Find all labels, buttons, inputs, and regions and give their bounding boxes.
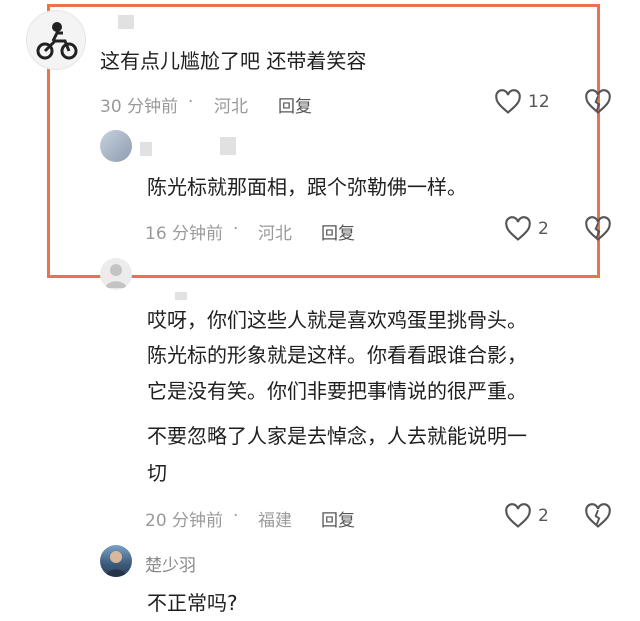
reply-button[interactable]: 回复 — [321, 506, 355, 531]
comment-text-line: 不要忽略了人家是去悼念，人去就能说明一 — [147, 424, 527, 448]
heart-icon — [495, 89, 521, 114]
like-count: 2 — [538, 219, 549, 239]
comment-location: 福建 — [258, 511, 292, 531]
username-blurred[interactable] — [140, 142, 152, 156]
like-count: 2 — [538, 506, 549, 526]
reply-button[interactable]: 回复 — [278, 92, 312, 117]
username-blurred — [220, 137, 236, 155]
comment-text: 不正常吗? — [147, 591, 238, 615]
comment-location: 河北 — [214, 97, 248, 117]
dislike-button[interactable] — [584, 89, 612, 119]
avatar[interactable] — [26, 10, 86, 70]
comment-text: 陈光标就那面相，跟个弥勒佛一样。 — [147, 175, 467, 199]
meta-separator: · — [233, 219, 239, 239]
avatar[interactable] — [100, 545, 132, 577]
reply-button[interactable]: 回复 — [321, 219, 355, 244]
comment-time: 16 分钟前 — [145, 224, 224, 244]
broken-heart-icon — [585, 89, 611, 114]
dislike-button[interactable] — [584, 503, 612, 533]
comment-location: 河北 — [258, 224, 292, 244]
username[interactable]: 楚少羽 — [145, 551, 196, 576]
comment-time: 20 分钟前 — [145, 511, 224, 531]
heart-icon — [505, 503, 531, 528]
like-button[interactable]: 2 — [504, 503, 549, 529]
comment-text-line: 陈光标的形象就是这样。你看看跟谁合影， — [147, 343, 527, 367]
default-user-icon — [105, 264, 127, 288]
comment-text-line: 切 — [147, 461, 167, 485]
like-count: 12 — [528, 92, 550, 112]
meta-separator: · — [233, 506, 239, 526]
comment-text-line: 哎呀，你们这些人就是喜欢鸡蛋里挑骨头。 — [147, 308, 527, 332]
meta-separator: · — [188, 92, 194, 112]
username-blurred[interactable] — [175, 292, 187, 300]
comment-text: 这有点儿尴尬了吧 还带着笑容 — [100, 49, 367, 73]
broken-heart-icon — [585, 503, 611, 528]
heart-icon — [505, 216, 531, 241]
motorcycle-icon — [36, 22, 78, 60]
dislike-button[interactable] — [584, 216, 612, 246]
person-photo-icon — [105, 551, 127, 577]
comment-text-line: 它是没有笑。你们非要把事情说的很严重。 — [147, 379, 527, 403]
username-blurred[interactable] — [118, 15, 134, 29]
avatar[interactable] — [100, 130, 132, 162]
like-button[interactable]: 2 — [504, 216, 549, 242]
broken-heart-icon — [585, 216, 611, 241]
comment-time: 30 分钟前 — [100, 97, 179, 117]
avatar[interactable] — [100, 258, 132, 290]
like-button[interactable]: 12 — [494, 89, 550, 115]
